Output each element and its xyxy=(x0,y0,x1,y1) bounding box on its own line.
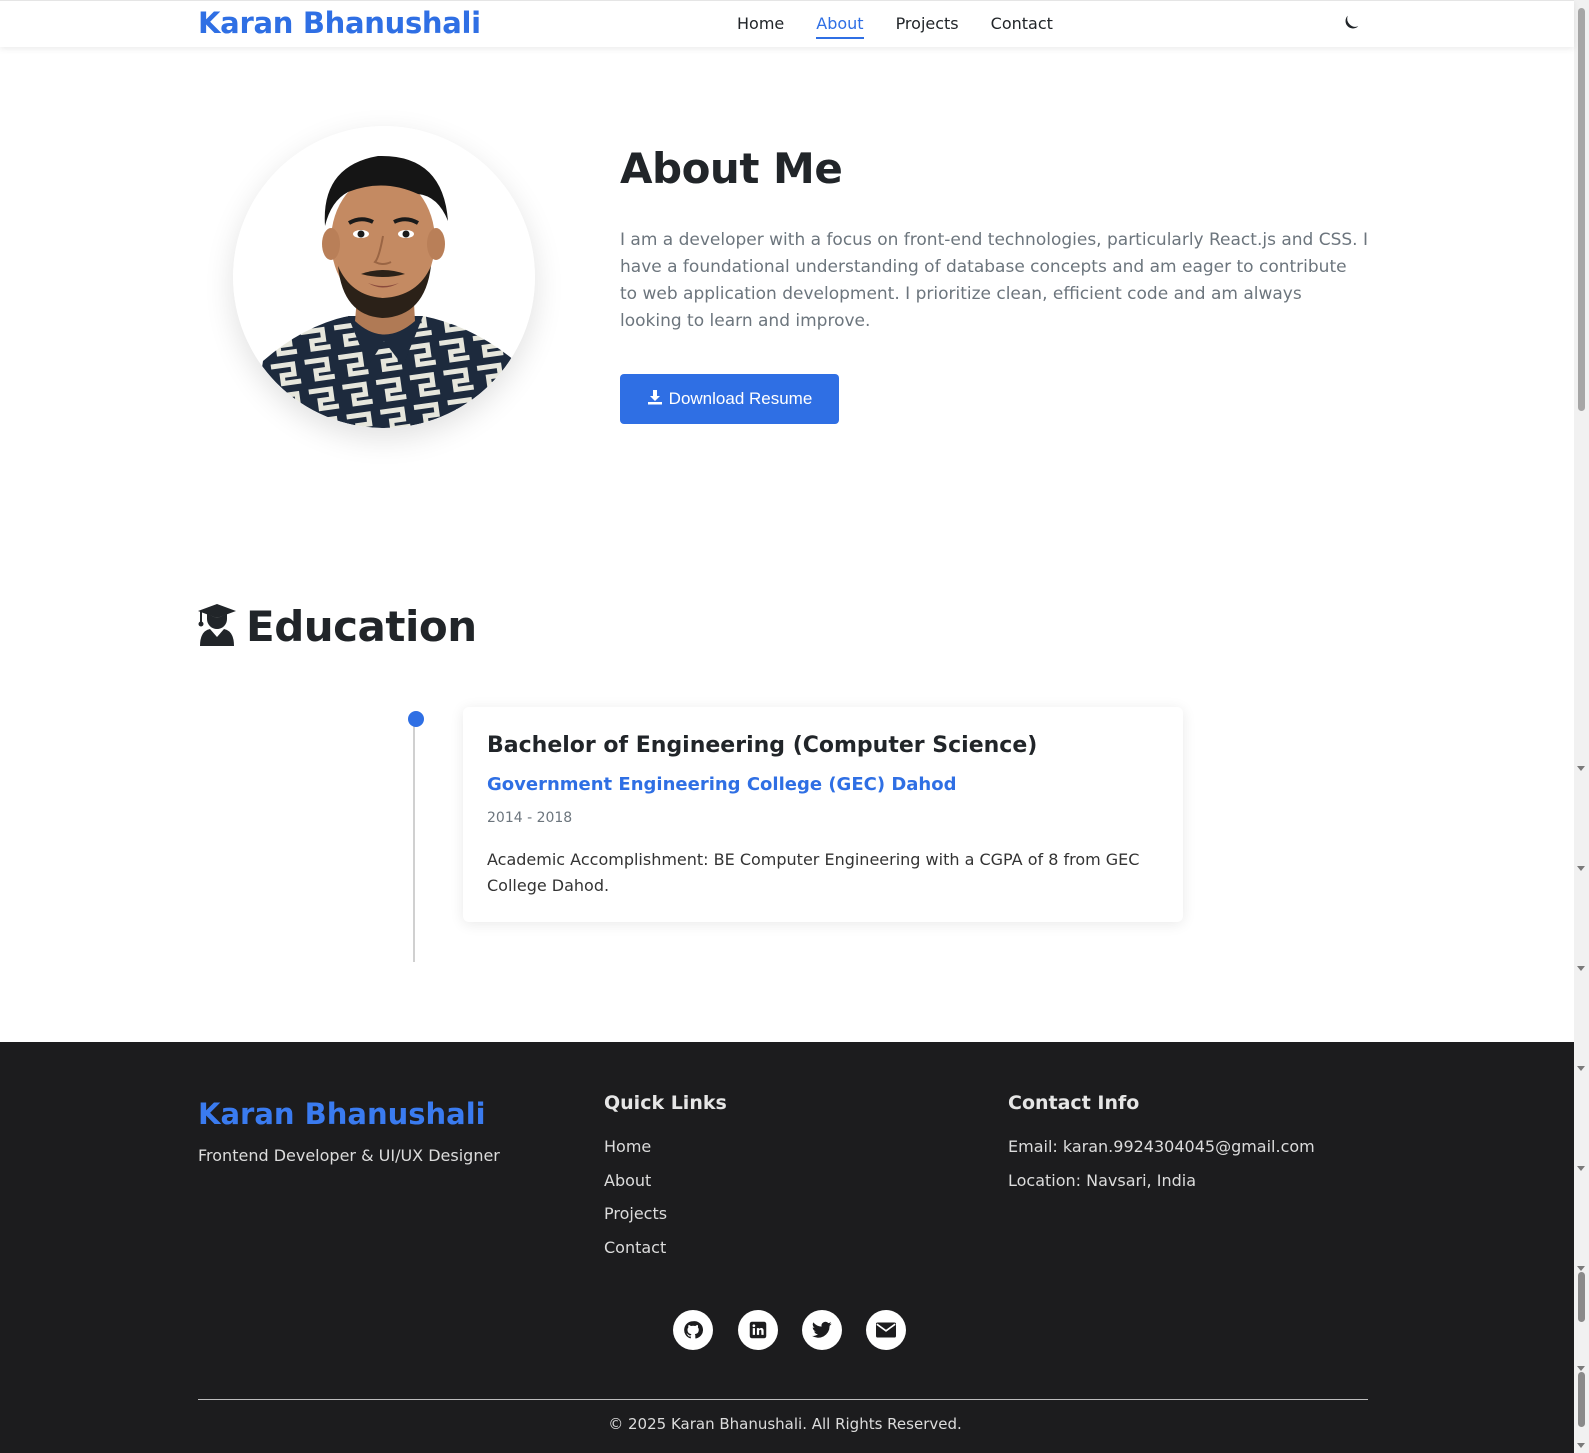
download-resume-button[interactable]: Download Resume xyxy=(620,374,839,424)
contact-location: Location: Navsari, India xyxy=(1008,1171,1196,1190)
scrollbar-thumb[interactable] xyxy=(1578,1372,1585,1427)
nav-link-contact[interactable]: Contact xyxy=(991,14,1053,39)
nav-link-home[interactable]: Home xyxy=(737,14,784,39)
github-icon[interactable] xyxy=(673,1310,713,1350)
degree-title: Bachelor of Engineering (Computer Scienc… xyxy=(487,733,1038,758)
scroll-arrow-icon xyxy=(1577,966,1585,971)
footer-link-projects[interactable]: Projects xyxy=(604,1204,667,1223)
quick-links-title: Quick Links xyxy=(604,1092,727,1114)
contact-info-title: Contact Info xyxy=(1008,1092,1140,1114)
education-heading: Education xyxy=(198,602,477,651)
download-resume-label: Download Resume xyxy=(668,389,813,408)
twitter-icon[interactable] xyxy=(802,1310,842,1350)
scrollbar[interactable] xyxy=(1574,0,1589,1453)
scrollbar-thumb[interactable] xyxy=(1578,8,1585,411)
education-card: Bachelor of Engineering (Computer Scienc… xyxy=(463,707,1183,922)
education-years: 2014 - 2018 xyxy=(487,810,573,826)
footer-link-about[interactable]: About xyxy=(604,1171,651,1190)
footer: Karan Bhanushali Frontend Developer & UI… xyxy=(0,1042,1574,1453)
scroll-arrow-icon xyxy=(1577,866,1585,871)
education-title: Education xyxy=(246,602,477,651)
education-description: Academic Accomplishment: BE Computer Eng… xyxy=(487,850,1140,895)
college-name: Government Engineering College (GEC) Dah… xyxy=(487,774,957,795)
nav-links: Home About Projects Contact xyxy=(737,14,1085,39)
about-title: About Me xyxy=(620,144,843,193)
footer-link-home[interactable]: Home xyxy=(604,1137,651,1156)
scroll-arrow-icon xyxy=(1577,1366,1585,1371)
footer-link-contact[interactable]: Contact xyxy=(604,1238,666,1257)
navbar: Karan Bhanushali Home About Projects Con… xyxy=(0,0,1574,47)
nav-link-about[interactable]: About xyxy=(816,14,864,39)
scroll-arrow-icon xyxy=(1577,1166,1585,1171)
footer-tagline: Frontend Developer & UI/UX Designer xyxy=(198,1146,500,1165)
nav-link-projects[interactable]: Projects xyxy=(896,14,959,39)
scroll-arrow-icon xyxy=(1577,1266,1585,1271)
copyright-text: © 2025 Karan Bhanushali. All Rights Rese… xyxy=(608,1415,962,1433)
contact-email: Email: karan.9924304045@gmail.com xyxy=(1008,1137,1315,1156)
about-description: I am a developer with a focus on front-e… xyxy=(620,230,1368,331)
email-icon[interactable] xyxy=(866,1310,906,1350)
graduate-icon xyxy=(198,603,236,650)
scroll-arrow-icon xyxy=(1577,1443,1585,1448)
timeline-dot xyxy=(408,711,424,727)
profile-photo xyxy=(233,126,535,428)
footer-brand: Karan Bhanushali xyxy=(198,1097,486,1131)
scroll-arrow-icon xyxy=(1577,766,1585,771)
linkedin-icon[interactable] xyxy=(738,1310,778,1350)
moon-icon[interactable] xyxy=(1339,13,1361,35)
download-icon xyxy=(647,389,663,410)
scrollbar-thumb[interactable] xyxy=(1578,1272,1585,1322)
timeline-line xyxy=(413,720,415,962)
footer-divider xyxy=(198,1399,1368,1400)
brand-logo[interactable]: Karan Bhanushali xyxy=(198,6,481,40)
scroll-arrow-icon xyxy=(1577,1066,1585,1071)
